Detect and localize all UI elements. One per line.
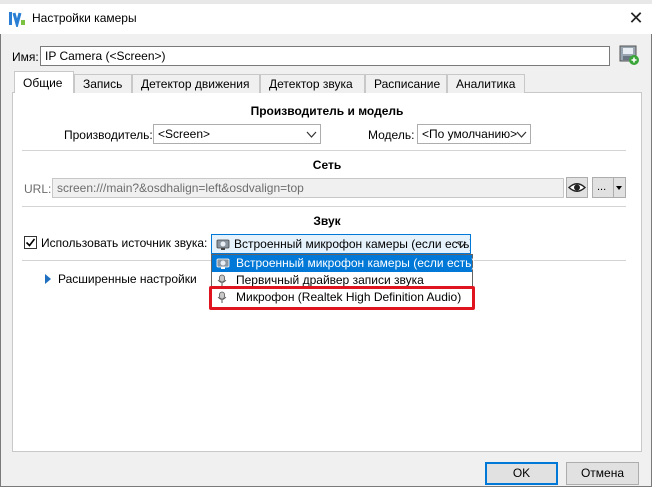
ok-button[interactable]: OK — [485, 462, 558, 485]
tab-schedule[interactable]: Расписание — [365, 74, 447, 93]
caret-down-icon — [613, 178, 623, 197]
window-title: Настройки камеры — [32, 11, 137, 25]
eye-icon — [567, 183, 587, 192]
tab-sound-detector[interactable]: Детектор звука — [260, 74, 365, 93]
app-logo-icon — [8, 11, 26, 30]
chevron-down-icon — [456, 238, 467, 253]
network-section-title: Сеть — [312, 158, 342, 172]
dropdown-option[interactable]: Встроенный микрофон камеры (если есть) — [212, 255, 475, 272]
cancel-button[interactable]: Отмена — [566, 462, 639, 485]
tab-motion-detector[interactable]: Детектор движения — [132, 74, 260, 93]
chevron-down-icon — [516, 128, 527, 143]
model-select[interactable]: <По умолчанию> — [417, 124, 531, 144]
model-label: Модель: — [368, 128, 415, 142]
url-input[interactable]: screen:///main?&osdhalign=left&osdvalign… — [52, 178, 564, 198]
checkmark-icon — [25, 238, 36, 247]
manufacturer-label: Производитель: — [64, 128, 153, 142]
divider — [22, 150, 626, 151]
model-value: <По умолчанию> — [422, 127, 518, 141]
save-name-icon[interactable] — [618, 44, 640, 66]
name-input[interactable]: IP Camera (<Screen>) — [40, 46, 610, 66]
name-label: Имя: — [12, 50, 39, 64]
microphone-icon — [216, 237, 230, 253]
advanced-settings-link[interactable]: Расширенные настройки — [58, 272, 197, 286]
tab-analytics[interactable]: Аналитика — [447, 74, 525, 93]
manufacturer-select[interactable]: <Screen> — [153, 124, 321, 144]
manufacturer-section-title: Производитель и модель — [250, 104, 404, 118]
close-icon[interactable]: ✕ — [623, 6, 649, 30]
highlight-annotation — [209, 286, 475, 310]
sound-section-title: Звук — [313, 214, 341, 228]
expand-triangle-icon[interactable] — [44, 273, 52, 287]
url-more-button[interactable]: ... — [592, 177, 626, 198]
tab-general[interactable]: Общие — [14, 71, 74, 93]
more-label: ... — [597, 181, 607, 193]
chevron-down-icon — [306, 128, 317, 143]
show-url-button[interactable] — [566, 177, 588, 198]
manufacturer-value: <Screen> — [158, 127, 211, 141]
sound-source-select[interactable]: Встроенный микрофон камеры (если есть) — [211, 234, 471, 254]
divider — [22, 206, 626, 207]
use-sound-source-label: Использовать источник звука: — [41, 236, 208, 250]
tab-recording[interactable]: Запись — [74, 74, 132, 93]
use-sound-source-checkbox[interactable] — [24, 236, 37, 249]
sound-source-value: Встроенный микрофон камеры (если есть) — [234, 237, 471, 251]
url-label: URL: — [24, 182, 52, 196]
